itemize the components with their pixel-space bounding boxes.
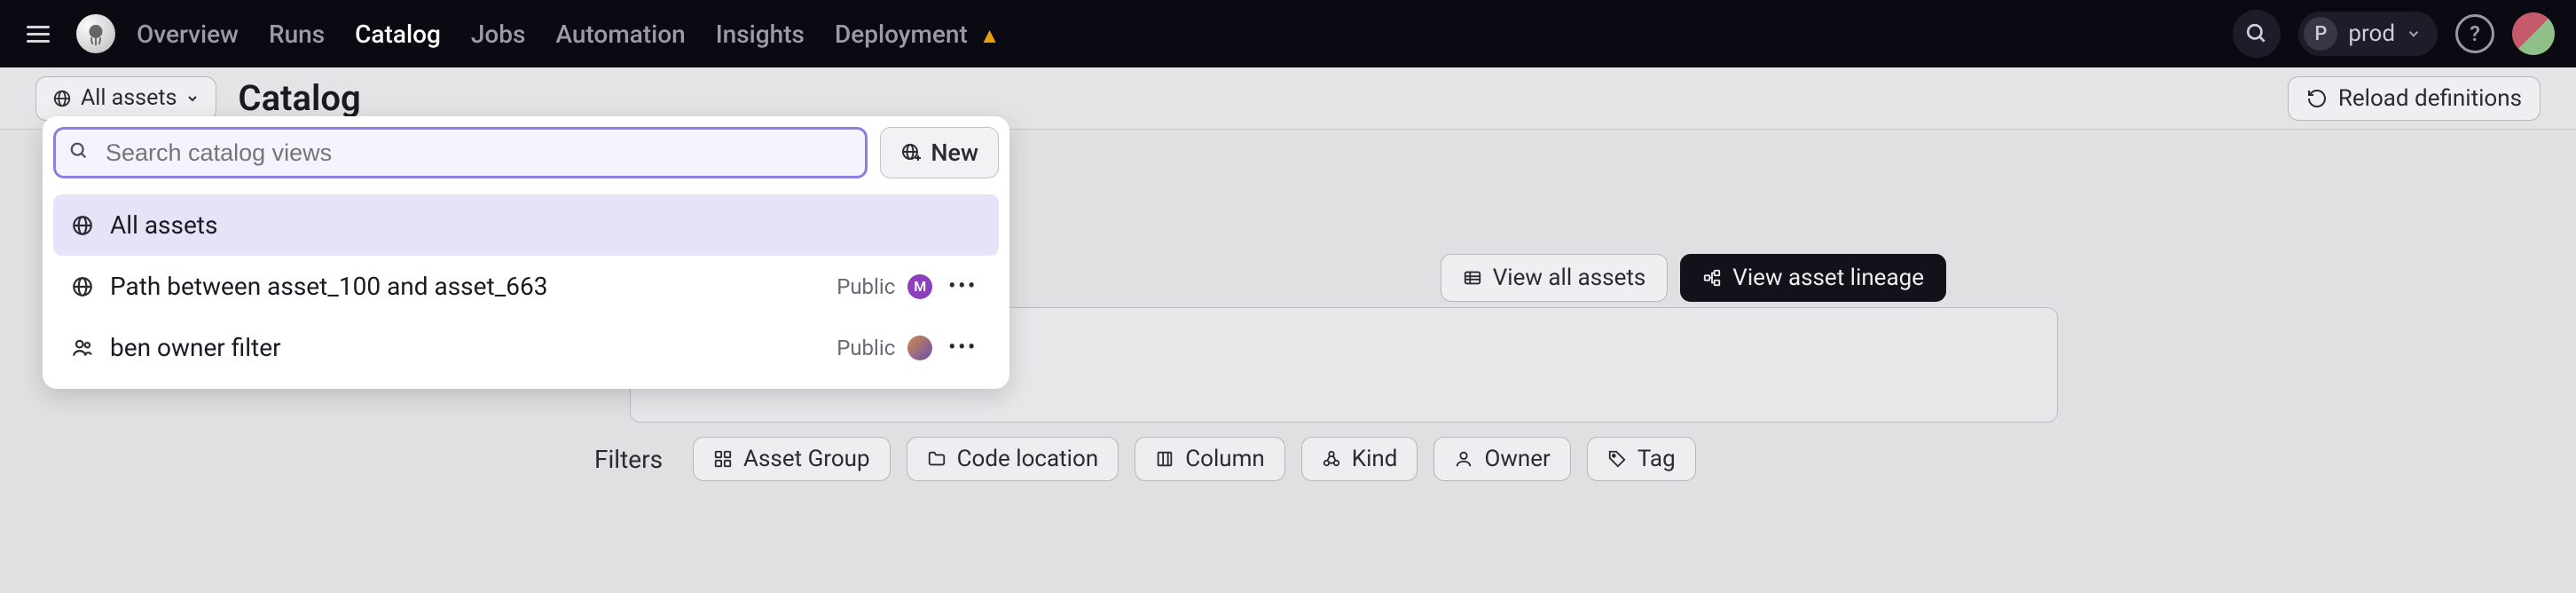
new-label: New [931,138,978,167]
page-title: Catalog [238,77,360,119]
search-icon [69,141,89,164]
chevron-down-icon [2406,26,2422,42]
topbar-left: Overview Runs Catalog Jobs Automation In… [21,14,1001,53]
column-icon [1155,449,1174,469]
page-header-left: All assets Catalog [35,76,361,121]
reload-label: Reload definitions [2338,85,2522,112]
list-icon [1463,268,1482,288]
nav-runs[interactable]: Runs [269,20,325,49]
popover-list: All assets Path between asset_100 and as… [53,194,999,378]
kind-icon [1322,449,1341,469]
owner-badge: M [907,274,932,299]
visibility-label: Public [836,274,895,299]
nav-jobs[interactable]: Jobs [471,20,526,49]
view-selector-label: All assets [81,85,177,111]
popover-header: New [53,127,999,178]
view-all-label: View all assets [1493,265,1646,291]
nav-deployment-label: Deployment [835,20,968,49]
filter-code-location[interactable]: Code location [907,437,1119,481]
view-item-all-assets[interactable]: All assets [53,194,999,256]
chip-label: Tag [1637,446,1676,472]
reload-definitions-button[interactable]: Reload definitions [2288,76,2541,121]
view-item-path[interactable]: Path between asset_100 and asset_663 Pub… [53,256,999,317]
topbar: Overview Runs Catalog Jobs Automation In… [0,0,2576,67]
env-letter: P [2304,17,2337,51]
reload-icon [2306,88,2328,109]
filter-kind[interactable]: Kind [1301,437,1418,481]
nav-catalog[interactable]: Catalog [355,20,441,49]
nav-deployment[interactable]: Deployment ▲ [835,20,1001,49]
hamburger-menu[interactable] [21,20,55,48]
avatar[interactable] [2512,12,2555,55]
app-logo[interactable] [76,14,115,53]
item-menu-button[interactable]: ••• [945,275,981,297]
tag-icon [1607,449,1627,469]
globe-plus-icon [900,142,922,163]
filter-asset-group[interactable]: Asset Group [693,437,891,481]
view-lineage-label: View asset lineage [1732,265,1924,291]
view-item-ben-owner[interactable]: ben owner filter Public ••• [53,317,999,378]
owner-icon [1454,449,1473,469]
view-all-assets-button[interactable]: View all assets [1441,254,1669,302]
env-selector[interactable]: P prod [2298,12,2438,56]
filter-column[interactable]: Column [1135,437,1285,481]
item-meta: Public ••• [836,336,981,360]
globe-icon [71,214,94,237]
nav-overview[interactable]: Overview [137,20,239,49]
warning-icon: ▲ [979,23,1001,48]
chevron-down-icon [185,91,200,106]
filter-tag[interactable]: Tag [1587,437,1696,481]
chip-label: Column [1185,446,1265,472]
nav-automation[interactable]: Automation [555,20,685,49]
owner-badge [907,336,932,360]
chip-label: Code location [957,446,1099,472]
filter-row: Filters Asset Group Code location Column… [594,437,1696,481]
filters-label: Filters [594,445,663,474]
item-label: ben owner filter [110,333,281,362]
view-selector-popover: New All assets Path between asset_100 an… [43,116,1009,389]
lineage-icon [1702,268,1722,288]
search-icon [2245,22,2268,45]
nav-links: Overview Runs Catalog Jobs Automation In… [137,20,1001,49]
item-meta: Public M ••• [836,274,981,299]
search-button[interactable] [2233,10,2281,58]
people-icon [71,336,94,360]
help-button[interactable]: ? [2455,14,2494,53]
view-selector-button[interactable]: All assets [35,76,216,121]
popover-search-wrap [53,127,868,178]
filter-owner[interactable]: Owner [1433,437,1570,481]
nav-insights[interactable]: Insights [716,20,805,49]
view-toggle-row: View all assets View asset lineage [1441,254,1946,302]
chip-label: Owner [1484,446,1550,472]
search-input[interactable] [53,127,868,178]
globe-icon [71,275,94,298]
new-view-button[interactable]: New [880,127,999,178]
folder-icon [927,449,946,469]
topbar-right: P prod ? [2233,10,2555,58]
group-icon [713,449,733,469]
item-menu-button[interactable]: ••• [945,336,981,359]
chip-label: Kind [1352,446,1398,472]
item-label: Path between asset_100 and asset_663 [110,272,548,301]
visibility-label: Public [836,336,895,360]
view-lineage-button[interactable]: View asset lineage [1680,254,1946,302]
item-label: All assets [110,210,217,240]
content: New All assets Path between asset_100 an… [0,130,2576,201]
env-name: prod [2348,20,2395,47]
globe-icon [52,89,72,108]
chip-label: Asset Group [743,446,870,472]
